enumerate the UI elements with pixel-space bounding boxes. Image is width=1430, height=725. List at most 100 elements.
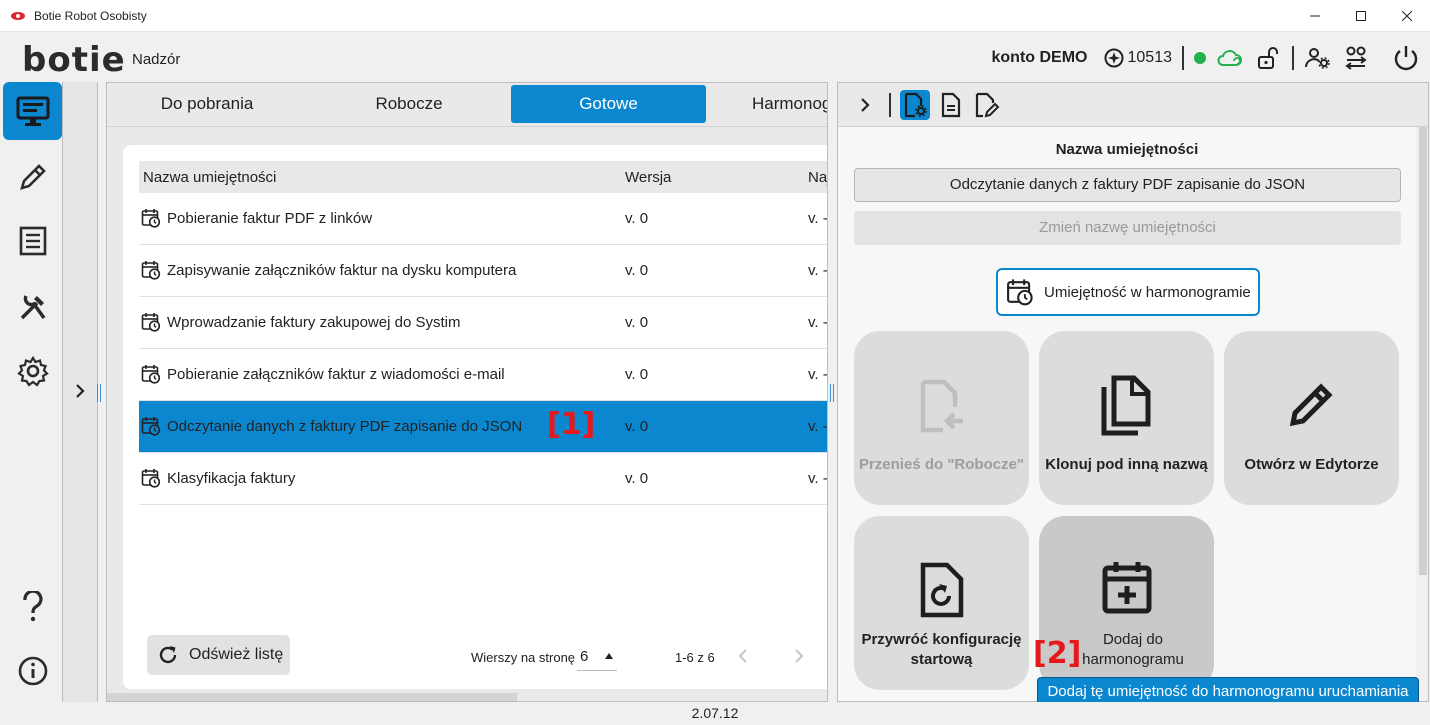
skill-name: Zapisywanie załączników faktur na dysku …: [167, 262, 517, 279]
skill-version: v. 0: [625, 470, 649, 487]
resize-grip[interactable]: [830, 384, 834, 402]
nav-info[interactable]: [3, 642, 62, 700]
restore-config-label: Przywróć konfigurację startową: [861, 631, 1022, 668]
maximize-button[interactable]: [1338, 0, 1384, 32]
table-row[interactable]: Klasyfikacja faktury v. 0 v. -: [139, 453, 827, 505]
tab-bar: Do pobrania Robocze Gotowe Harmonogram: [107, 83, 827, 127]
collapse-panel-button[interactable]: [850, 90, 880, 120]
skill-version: v. 0: [625, 314, 649, 331]
add-to-schedule-label: Dodaj do harmonogramu: [1082, 631, 1184, 668]
pencil-icon: [1289, 383, 1333, 427]
skill-edit-tab[interactable]: [972, 90, 1002, 120]
calendar-add-icon: [1102, 562, 1151, 614]
copy-icon: [1101, 375, 1150, 436]
gear-icon: [16, 355, 49, 387]
nav-editor[interactable]: [3, 148, 62, 206]
skill-document-tab[interactable]: [936, 90, 966, 120]
table-row[interactable]: Pobieranie faktur PDF z linków v. 0 v. -: [139, 193, 827, 245]
pencil-icon: [19, 164, 46, 190]
previous-page-icon[interactable]: [737, 648, 749, 664]
open-in-editor-button[interactable]: Otwórz w Edytorze: [1224, 331, 1399, 505]
table-row[interactable]: Pobieranie załączników faktur z wiadomoś…: [139, 349, 827, 401]
scrollbar-thumb[interactable]: [1419, 127, 1427, 575]
account-name[interactable]: konto DEMO: [992, 49, 1088, 67]
calendar-clock-icon: [141, 417, 161, 436]
refresh-icon: [159, 646, 177, 664]
skill-name: Odczytanie danych z faktury PDF zapisani…: [167, 418, 523, 435]
panel-vertical-scrollbar[interactable]: [1416, 127, 1428, 701]
scheduled-badge-label: Umiejętność w harmonogramie: [1044, 283, 1251, 301]
status-indicator: [1194, 52, 1206, 64]
file-settings-icon: [904, 92, 927, 118]
power-icon[interactable]: [1392, 44, 1420, 72]
skill-details-panel: Nazwa umiejętności Odczytanie danych z f…: [837, 82, 1429, 702]
scheduled-badge[interactable]: Umiejętność w harmonogramie: [996, 268, 1260, 316]
clone-skill-button[interactable]: Klonuj pod inną nazwą: [1039, 331, 1214, 505]
nav-logs[interactable]: [3, 212, 62, 270]
move-to-drafts-button[interactable]: Przenieś do "Robocze": [854, 331, 1029, 505]
credits-icon: [1104, 48, 1123, 68]
column-header-latest[interactable]: Naj: [808, 169, 827, 186]
refresh-list-button[interactable]: Odśwież listę: [147, 635, 290, 675]
move-to-drafts-label: Przenieś do "Robocze": [858, 456, 1025, 473]
nav-expand-strip[interactable]: [62, 82, 101, 702]
nav-settings[interactable]: [3, 342, 62, 400]
annotation-marker-1: [1]: [547, 407, 596, 442]
skill-latest-version: v. -: [808, 418, 828, 435]
close-button[interactable]: [1384, 0, 1430, 32]
version-label: 2.07.12: [0, 702, 1430, 725]
add-to-schedule-button[interactable]: Dodaj do harmonogramu [2]: [1033, 516, 1214, 690]
tab-ready[interactable]: Gotowe: [511, 85, 706, 123]
skill-name: Klasyfikacja faktury: [167, 470, 296, 487]
calendar-clock-icon: [141, 365, 161, 384]
app-logo-icon: [11, 11, 25, 20]
nav-help[interactable]: [3, 578, 62, 636]
unlock-icon[interactable]: [1254, 44, 1282, 72]
chevron-right-icon: [861, 98, 870, 112]
minimize-button[interactable]: [1292, 0, 1338, 32]
tab-drafts[interactable]: Robocze: [309, 85, 509, 123]
clone-skill-label: Klonuj pod inną nazwą: [1045, 456, 1208, 473]
nav-tools[interactable]: [3, 278, 62, 336]
users-swap-icon[interactable]: [1342, 44, 1370, 72]
rows-per-page-value: 6: [580, 648, 589, 665]
calendar-clock-icon: [141, 261, 161, 280]
resize-grip[interactable]: [97, 384, 101, 402]
nav-supervision[interactable]: [3, 82, 62, 140]
rows-per-page-select[interactable]: 6: [577, 645, 617, 671]
tab-to-download[interactable]: Do pobrania: [107, 85, 307, 123]
tools-icon: [20, 295, 45, 320]
user-settings-icon[interactable]: [1304, 44, 1332, 72]
table-row[interactable]: Zapisywanie załączników faktur na dysku …: [139, 245, 827, 297]
help-icon: [22, 591, 43, 622]
annotation-marker-2: [2]: [1033, 636, 1082, 671]
header-separator: [1182, 46, 1184, 70]
column-header-version[interactable]: Wersja: [625, 169, 671, 186]
next-page-icon[interactable]: [793, 648, 805, 664]
table-row-selected[interactable]: Odczytanie danych z faktury PDF zapisani…: [139, 401, 828, 453]
minimize-icon: [1310, 15, 1320, 17]
rows-per-page-label: Wierszy na stronę: [471, 650, 576, 665]
file-move-icon: [920, 379, 963, 433]
info-icon: [18, 656, 47, 686]
horizontal-scrollbar[interactable]: [107, 693, 517, 701]
skill-version: v. 0: [625, 418, 649, 435]
tab-schedule[interactable]: Harmonogram: [708, 85, 827, 123]
column-header-name[interactable]: Nazwa umiejętności: [143, 169, 276, 186]
pagination-range: 1-6 z 6: [675, 650, 715, 665]
calendar-clock-icon: [141, 313, 161, 332]
skill-name: Pobieranie załączników faktur z wiadomoś…: [167, 366, 505, 383]
list-icon: [19, 226, 46, 256]
rename-skill-button[interactable]: Zmień nazwę umiejętności: [854, 211, 1401, 245]
table-row[interactable]: Wprowadzanie faktury zakupowej do Systim…: [139, 297, 828, 349]
skill-name-field[interactable]: Odczytanie danych z faktury PDF zapisani…: [854, 168, 1401, 202]
close-icon: [1402, 11, 1412, 21]
calendar-clock-icon: [1007, 279, 1033, 306]
file-edit-icon: [975, 92, 1000, 118]
skill-latest-version: v. -: [808, 314, 828, 331]
app-logo: botie: [22, 40, 126, 80]
skill-settings-tab[interactable]: [900, 90, 930, 120]
restore-config-button[interactable]: Przywróć konfigurację startową: [854, 516, 1029, 690]
skill-name: Wprowadzanie faktury zakupowej do Systim: [167, 314, 461, 331]
cloud-sync-icon[interactable]: [1216, 44, 1244, 72]
